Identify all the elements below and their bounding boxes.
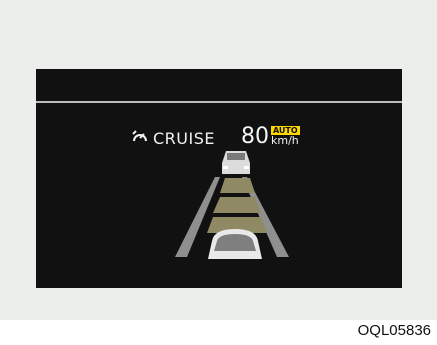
distance-bar-2 (213, 197, 261, 213)
cluster-display: CRUISE 80 AUTO km/h (36, 69, 402, 288)
distance-bar-1 (220, 178, 255, 193)
cruise-control-icon (131, 129, 149, 147)
cruise-status-row: CRUISE 80 AUTO km/h (131, 117, 300, 149)
lane-scene (175, 151, 289, 259)
image-caption: OQL05836 (357, 322, 431, 339)
speed-unit-label: km/h (270, 134, 299, 147)
own-vehicle-icon (208, 229, 262, 259)
speed-unit-stack: AUTO km/h (270, 126, 300, 147)
lead-vehicle-icon (222, 151, 250, 174)
cruise-mode-label: CRUISE (153, 129, 215, 148)
set-speed-value: 80 (240, 124, 269, 149)
